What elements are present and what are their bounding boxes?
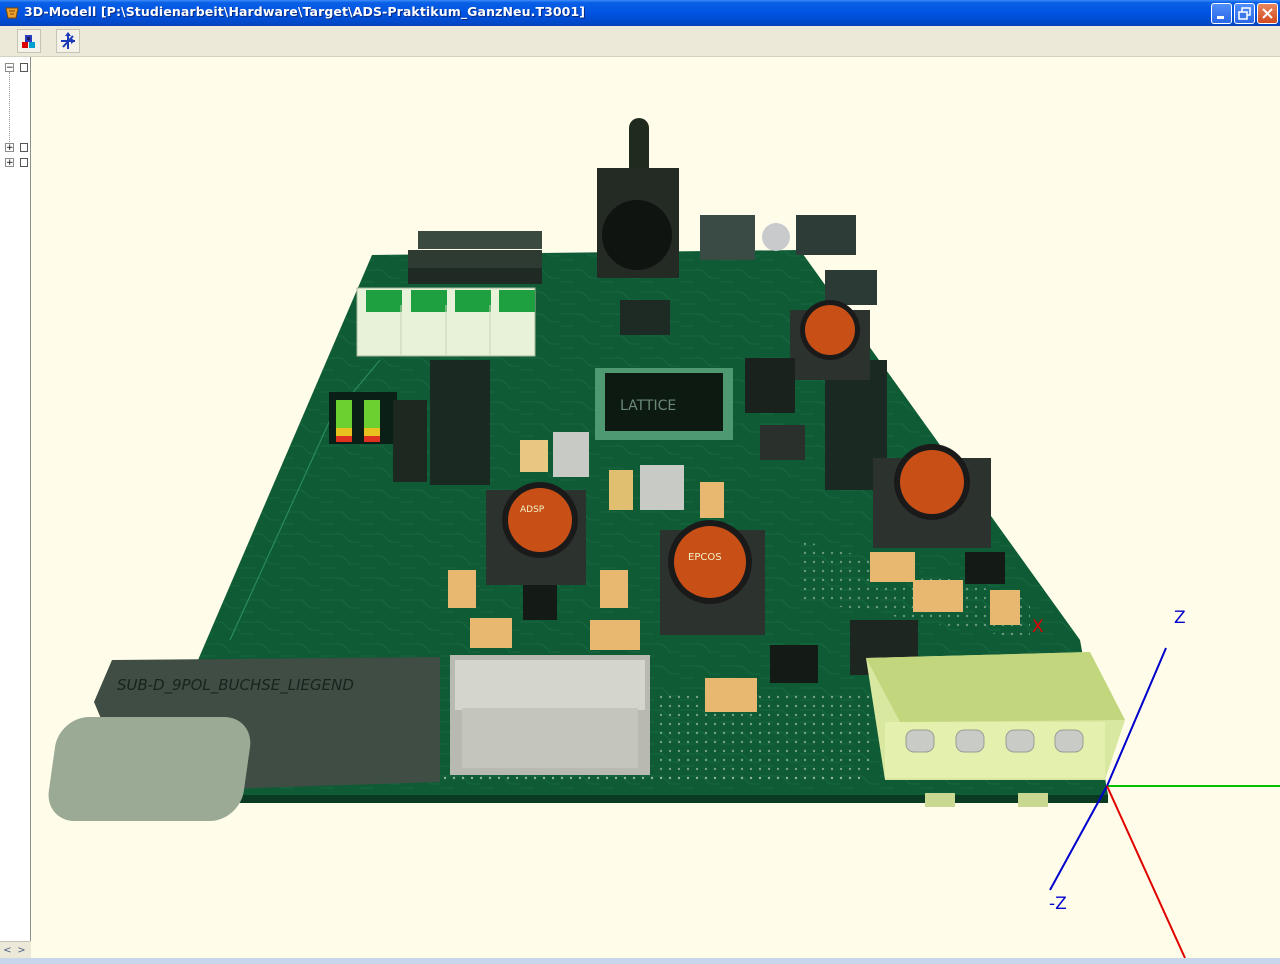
led-bargraph <box>329 392 397 444</box>
svg-text:ADSP: ADSP <box>520 505 545 515</box>
tree-checkbox-2[interactable] <box>20 158 28 167</box>
tree-checkbox-root[interactable] <box>20 63 28 72</box>
toolbar <box>0 26 1280 57</box>
minimize-button[interactable] <box>1211 3 1232 24</box>
inductor-2: EPCOS <box>660 520 765 635</box>
inductor-4 <box>873 444 991 548</box>
window-title: 3D-Modell [P:\Studienarbeit\Hardware\Tar… <box>24 4 586 19</box>
x-axis-label: X <box>1032 617 1044 637</box>
color-settings-button[interactable] <box>17 29 41 53</box>
inductor-1: ADSP <box>486 482 586 585</box>
close-button[interactable] <box>1257 3 1278 24</box>
color-cubes-icon <box>22 35 35 48</box>
svg-text:EPCOS: EPCOS <box>688 552 722 563</box>
svg-text:SUB-D_9POL_BUCHSE_LIEGEND: SUB-D_9POL_BUCHSE_LIEGEND <box>117 676 354 695</box>
x-axis-line <box>1106 785 1186 958</box>
svg-text:LATTICE: LATTICE <box>620 398 676 414</box>
neg-z-axis-label: -Z <box>1049 894 1067 914</box>
tree-expander-root[interactable]: − <box>5 63 14 73</box>
z-axis-label: Z <box>1174 608 1186 628</box>
box-header <box>450 655 650 775</box>
3d-viewport[interactable]: LATTICE ADSP EPCOS SUB-D_9POL_BUCHSE_LIE… <box>31 57 1280 958</box>
maximize-button[interactable] <box>1234 3 1255 24</box>
potentiometer <box>597 118 679 278</box>
lattice-fpga: LATTICE <box>595 368 733 440</box>
tree-horizontal-scrollbar[interactable]: < > <box>0 941 30 959</box>
scroll-left-icon[interactable]: < <box>1 944 14 957</box>
app-icon <box>5 7 19 19</box>
scroll-right-icon[interactable]: > <box>15 944 28 957</box>
close-icon <box>1262 8 1273 19</box>
tree-checkbox-1[interactable] <box>20 143 28 152</box>
axis-move-icon <box>61 32 75 49</box>
minimize-icon <box>1217 16 1224 19</box>
tree-expander-1[interactable]: + <box>5 143 14 153</box>
tree-expander-2[interactable]: + <box>5 158 14 168</box>
model-tree-panel: − + + <box>0 57 31 941</box>
push-buttons <box>408 231 542 284</box>
inductor-3 <box>790 300 870 380</box>
move-axis-button[interactable] <box>56 29 80 53</box>
pcb-3d-model: LATTICE ADSP EPCOS SUB-D_9POL_BUCHSE_LIE… <box>48 118 1280 958</box>
seven-segment-displays <box>356 287 536 357</box>
status-bar <box>0 958 1280 964</box>
title-bar: 3D-Modell [P:\Studienarbeit\Hardware\Tar… <box>0 0 1280 26</box>
restore-icon <box>1238 7 1251 20</box>
